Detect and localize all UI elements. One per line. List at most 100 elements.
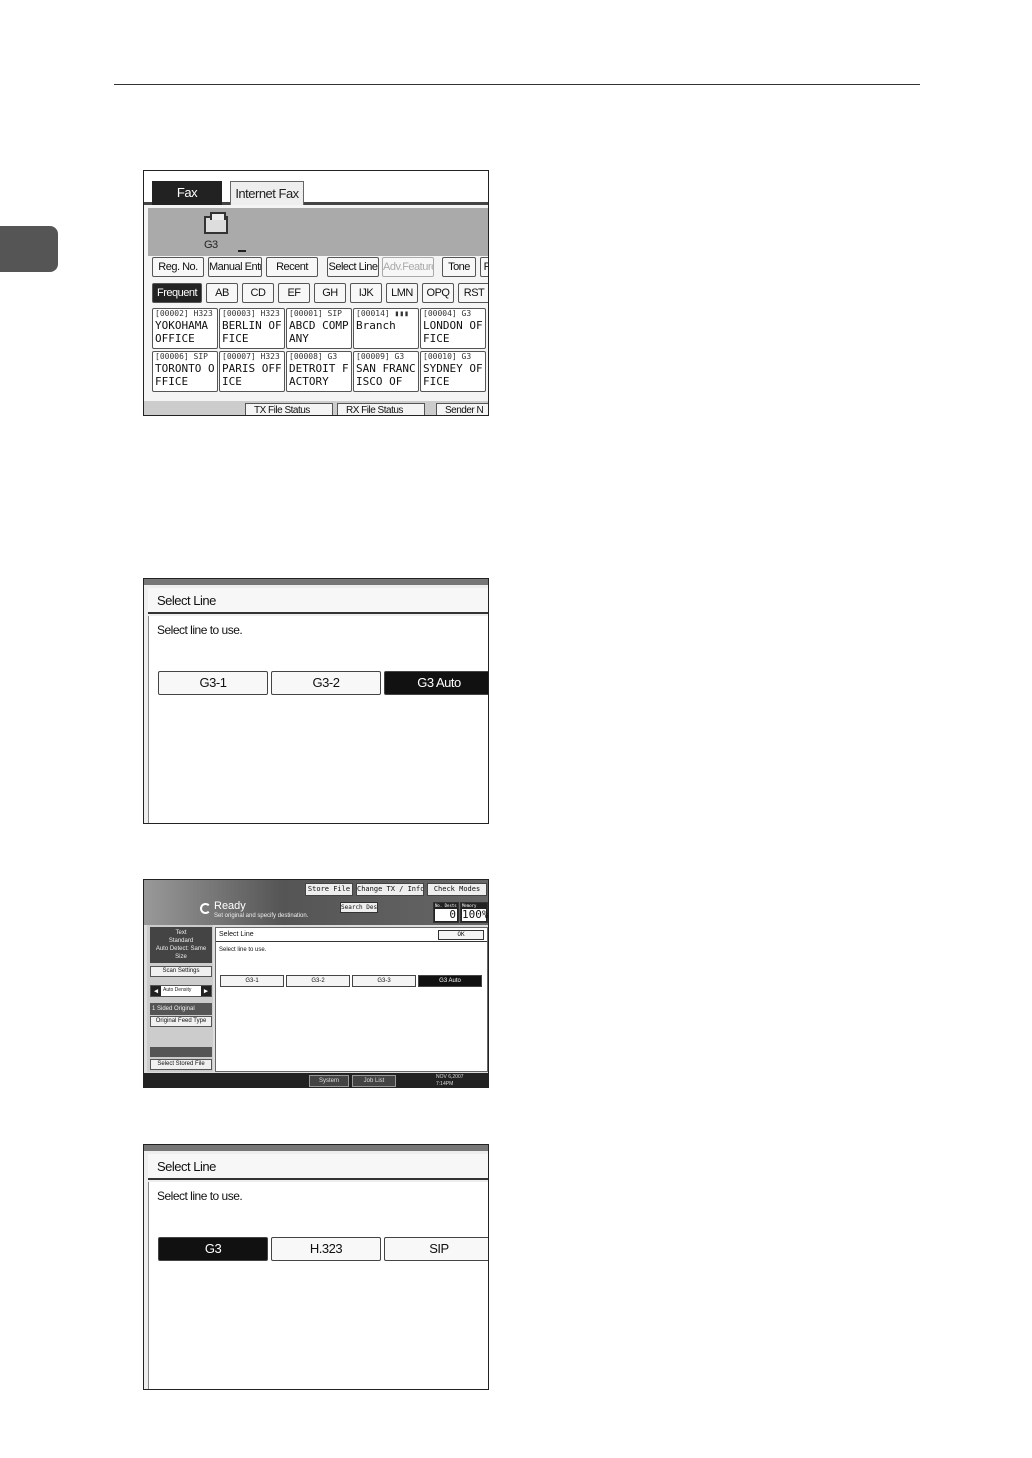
destination-name: SYDNEY OFFICE — [423, 362, 483, 388]
system-status-button[interactable]: System Status — [309, 1075, 349, 1087]
search-dest-button[interactable]: Search Dest. — [340, 902, 378, 913]
destination-key[interactable]: [00006] SIP TORONTO OFFICE — [152, 351, 218, 392]
scan-settings-button[interactable]: Scan Settings — [150, 966, 212, 977]
destination-header: [00009] G3 — [356, 352, 405, 361]
fax-machine-icon — [204, 212, 228, 234]
index-tab-cd[interactable]: CD — [242, 283, 274, 303]
destination-key[interactable]: [00009] G3 SAN FRANCISCO OF — [353, 351, 419, 392]
destination-name: BERLIN OFFICE — [222, 319, 282, 345]
line-g3-3-button[interactable]: G3-3 — [352, 975, 416, 987]
density-lighter-icon[interactable]: ◀ — [151, 986, 161, 996]
destination-key[interactable]: [00008] G3 DETROIT FACTORY — [286, 351, 352, 392]
line-sip-button[interactable]: SIP — [384, 1237, 488, 1261]
line-g3-1-button[interactable]: G3-1 — [158, 671, 268, 695]
dialog-title: Select Line — [148, 1154, 488, 1180]
select-line-button[interactable]: Select Line — [327, 257, 379, 277]
sender-name-button[interactable]: Sender N — [436, 403, 488, 415]
line-h323-button[interactable]: H.323 — [271, 1237, 381, 1261]
destination-header: [00010] G3 — [423, 352, 472, 361]
adv-features-button[interactable]: Adv.Features — [382, 257, 434, 277]
index-tab-ef[interactable]: EF — [278, 283, 310, 303]
ok-button[interactable]: OK — [438, 930, 484, 940]
index-tab-gh[interactable]: GH — [314, 283, 346, 303]
destination-key[interactable]: [00003] H323 BERLIN OFFICE — [219, 308, 285, 349]
destination-key[interactable]: [00007] H323 PARIS OFFICE — [219, 351, 285, 392]
date-text: NOV 6,2007 — [436, 1074, 464, 1080]
status-area: G3 — [148, 208, 488, 256]
destination-header: [00002] H323 — [155, 309, 213, 318]
select-stored-file-button[interactable]: Select Stored File — [150, 1059, 212, 1070]
index-tab-opq[interactable]: OPQ — [422, 283, 454, 303]
mode-line: Auto Detect: Same Size — [155, 946, 207, 960]
density-darker-icon[interactable]: ▶ — [201, 986, 211, 996]
change-tx-info-button[interactable]: Change TX / Info — [356, 883, 424, 896]
meter-value: 0 — [435, 909, 457, 921]
dialog-message: Select line to use. — [157, 1189, 243, 1203]
fax-main-screen: Fax Internet Fax G3 Reg. No. Manual Entr… — [143, 170, 489, 416]
destination-header: [00004] G3 — [423, 309, 472, 318]
dialog-top-bar — [144, 579, 488, 585]
check-modes-button[interactable]: Check Modes — [427, 883, 487, 896]
line-g3-2-button[interactable]: G3-2 — [286, 975, 350, 987]
auto-density-label: Auto Density — [163, 987, 192, 993]
select-line-dialog: Select Line OK Select line to use. G3-1 … — [215, 927, 488, 1072]
destination-key[interactable]: [00014] ▮▮▮ Branch — [353, 308, 419, 349]
store-file-button[interactable]: Store File — [305, 883, 353, 896]
destination-key[interactable]: [00010] G3 SYDNEY OFFICE — [420, 351, 486, 392]
line-g3-button[interactable]: G3 — [158, 1237, 268, 1261]
index-tab-rst[interactable]: RST — [458, 283, 488, 303]
pause-button[interactable]: P — [480, 257, 488, 277]
fax-full-screen: Store File Change TX / Info Check Modes … — [143, 879, 489, 1088]
dialog-title: Select Line — [148, 588, 488, 614]
destination-name: Branch — [356, 319, 396, 332]
mode-tab-bar: Fax Internet Fax — [144, 171, 488, 205]
tab-internet-fax[interactable]: Internet Fax — [230, 181, 304, 205]
scan-mode-summary[interactable]: Text Standard Auto Detect: Same Size — [150, 927, 212, 963]
ready-icon — [200, 903, 211, 914]
mode-line: Standard — [168, 938, 194, 944]
chapter-tab — [0, 226, 58, 272]
tab-fax[interactable]: Fax — [152, 181, 222, 205]
header-rule — [114, 84, 920, 85]
recent-button[interactable]: Recent — [266, 257, 318, 277]
meter-value: 100% — [462, 908, 489, 921]
status-header: Store File Change TX / Info Check Modes … — [144, 880, 489, 925]
dest-count-meter: No. Dests 0 — [433, 902, 459, 923]
line-g3-auto-button[interactable]: G3 Auto — [418, 975, 482, 987]
reg-no-button[interactable]: Reg. No. — [152, 257, 204, 277]
tx-file-status-button[interactable]: TX File Status — [245, 403, 333, 415]
manual-entry-button[interactable]: Manual Entry — [208, 257, 262, 277]
destination-name: PARIS OFFICE — [222, 362, 282, 388]
line-label: G3 — [204, 239, 218, 251]
destination-header: [00001] SIP — [289, 309, 342, 318]
index-tab-frequent[interactable]: Frequent — [152, 283, 202, 303]
line-g3-auto-button[interactable]: G3 Auto — [384, 671, 488, 695]
index-tab-lmn[interactable]: LMN — [386, 283, 418, 303]
destination-name: SAN FRANCISCO OF — [356, 362, 416, 388]
job-list-button[interactable]: Job List — [352, 1075, 396, 1087]
destination-header: [00006] SIP — [155, 352, 208, 361]
ready-instruction: Set original and specify destination. — [214, 913, 309, 919]
dialog-message: Select line to use. — [219, 947, 267, 953]
density-control: ◀ Auto Density ▶ — [150, 985, 212, 997]
index-tab-ab[interactable]: AB — [206, 283, 238, 303]
line-g3-1-button[interactable]: G3-1 — [220, 975, 284, 987]
destination-name: DETROIT FACTORY — [289, 362, 349, 388]
rx-file-status-button[interactable]: RX File Status — [337, 403, 425, 415]
original-sides-button[interactable]: 1 Sided Original — [150, 1003, 212, 1015]
blank-button[interactable] — [150, 1047, 212, 1057]
mode-line: Text — [175, 930, 187, 936]
dialog-top-bar — [144, 1145, 488, 1151]
destination-key[interactable]: [00004] G3 LONDON OFFICE — [420, 308, 486, 349]
destination-header: [00007] H323 — [222, 352, 280, 361]
destination-key[interactable]: [00001] SIP ABCD COMPANY — [286, 308, 352, 349]
date-time: NOV 6,2007 7:14PM — [436, 1074, 464, 1087]
original-feed-type-button[interactable]: Original Feed Type — [150, 1016, 212, 1027]
tone-button[interactable]: Tone — [442, 257, 476, 277]
destination-name: ABCD COMPANY — [289, 319, 349, 345]
select-line-dialog-protocol: Select Line Select line to use. G3 H.323… — [143, 1144, 489, 1390]
line-g3-2-button[interactable]: G3-2 — [271, 671, 381, 695]
destination-key[interactable]: [00002] H323 YOKOHAMA OFFICE — [152, 308, 218, 349]
index-tab-ijk[interactable]: IJK — [350, 283, 382, 303]
dialog-message: Select line to use. — [157, 623, 243, 637]
